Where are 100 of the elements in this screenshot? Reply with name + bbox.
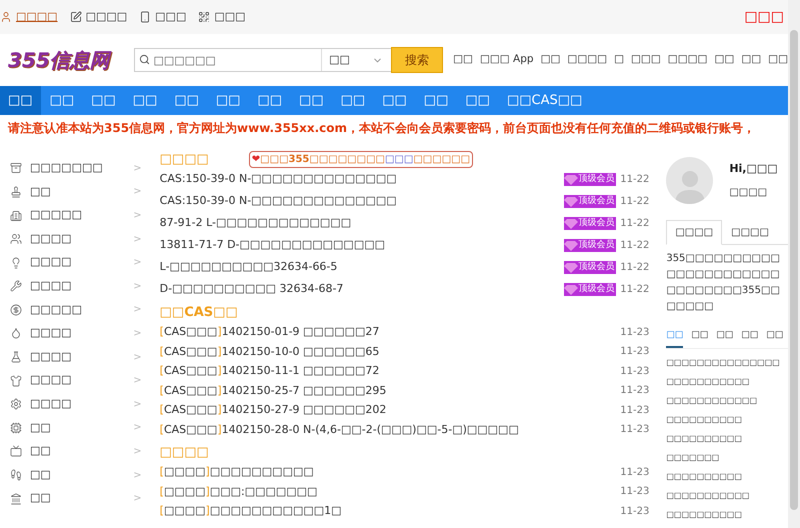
list-item-link[interactable]: D-□□□□□□□□□□ 32634-68-7 [160, 281, 344, 298]
panel-list-item[interactable]: □□□□□□□□□□□□□□□ [666, 357, 788, 376]
category-item[interactable]: □□□□ > [10, 345, 142, 369]
list-item-link[interactable]: 87-91-2 L-□□□□□□□□□□□□□ [160, 215, 352, 232]
member-badge: 顶级会员 [564, 172, 616, 186]
top-right-link[interactable]: □□□ [744, 6, 784, 28]
category-label: □□ [30, 184, 51, 200]
header-link[interactable]: □ [614, 52, 624, 68]
phone-icon [139, 11, 152, 24]
list-item-link[interactable]: [CAS□□□]1402150-11-1 □□□□□□72 [160, 363, 380, 380]
announcement-banner[interactable]: ❤□□□355□□□□□□□□□□□□□□□□□ [248, 151, 474, 168]
nav-tab[interactable]: □□ [42, 86, 82, 116]
top-link[interactable]: □□□□ [70, 8, 128, 26]
header-link[interactable]: □□ [768, 52, 788, 68]
category-item[interactable]: □□□□ > [10, 250, 142, 274]
site-logo[interactable]: 355信息网 [8, 45, 128, 76]
search-field[interactable]: □□□□□□ [134, 48, 322, 72]
panel-tab[interactable]: □□ [741, 328, 758, 348]
nav-tab[interactable]: □□ [416, 86, 456, 116]
category-item[interactable]: □□□□ > [10, 392, 142, 416]
chevron-text: > [133, 492, 142, 506]
nav-tab[interactable]: □□ [166, 86, 207, 116]
panel-list-item[interactable]: □□□□□□□□□□□□ [666, 395, 788, 414]
nav-tab[interactable]: □□CAS□□ [498, 86, 590, 116]
diamond-icon [564, 196, 578, 207]
nav-tab[interactable]: □□ [291, 86, 332, 116]
panel-list-item[interactable]: □□□□□□□□□□ [666, 414, 788, 434]
list-item-link[interactable]: [CAS□□□]1402150-10-0 □□□□□□65 [160, 344, 380, 360]
nav-tab[interactable]: □□ [0, 86, 41, 116]
top-link[interactable]: □□□ [139, 8, 186, 26]
panel-list-item[interactable]: □□□□□□□□□□□ [666, 490, 788, 510]
list-item-link[interactable]: [CAS□□□]1402150-27-9 □□□□□□202 [160, 402, 386, 419]
top-link[interactable]: □□□ [198, 8, 246, 26]
header-link[interactable]: □□ [741, 52, 762, 68]
top-link[interactable]: □□□□ [0, 8, 58, 26]
qr-code-icon [198, 11, 210, 24]
nav-tab[interactable]: □□ [83, 86, 124, 116]
category-item[interactable]: □□□□ > [10, 368, 142, 392]
header-link[interactable]: □□ [453, 52, 473, 68]
header-link[interactable]: □□□ App [480, 52, 534, 68]
search-button[interactable]: 搜索 [391, 47, 444, 74]
category-item[interactable]: □□ > [10, 440, 142, 464]
category-label: □□□□□ [30, 302, 82, 318]
header-link[interactable]: □□ [540, 52, 560, 68]
building-icon [10, 210, 22, 222]
panel-tab[interactable]: □□ [691, 328, 708, 348]
member-badge: 顶级会员 [564, 260, 616, 274]
coin-icon [10, 304, 22, 316]
panel-tab[interactable]: □□□□ [666, 220, 722, 245]
panel-list-item[interactable]: □□□□□□□□□□ [666, 509, 788, 528]
list-item-link[interactable]: 13811-71-7 D-□□□□□□□□□□□□□□ [160, 237, 386, 254]
shirt-icon [10, 374, 22, 387]
panel-list-item[interactable]: □□□□□□□□□□□ [666, 376, 788, 396]
header-link[interactable]: □□ [714, 52, 734, 68]
panel-tab[interactable]: □□ [666, 328, 684, 348]
category-label: □□□□ [30, 348, 72, 365]
category-item[interactable]: □□□□□□□ > [10, 156, 142, 180]
nav-tab[interactable]: □□ [249, 86, 290, 116]
category-item[interactable]: □□□□□ > [10, 298, 142, 322]
category-item[interactable]: □□□□□ > [10, 204, 142, 228]
panel-list-item[interactable]: □□□□□□□□□□ [666, 471, 788, 490]
intro-text: 355□□□□□□□□□□□□□□□□□□□□□□□□□□□□□□355□□□□□□□ [666, 252, 781, 314]
list-item-link[interactable]: [CAS□□□]1402150-25-7 □□□□□□295 [160, 382, 386, 400]
date-text: 11-22 [620, 283, 650, 298]
nav-tab[interactable]: □□ [332, 86, 374, 116]
list-item-link[interactable]: L-□□□□□□□□□□32634-66-5 [160, 259, 338, 276]
list-item-link[interactable]: CAS:150-39-0 N-□□□□□□□□□□□□□□ [160, 193, 397, 210]
diamond-icon [564, 284, 578, 295]
scrollbar-thumb[interactable] [790, 30, 798, 510]
category-label: □□ [30, 490, 51, 506]
nav-tab[interactable]: □□ [124, 86, 166, 116]
panel-tab[interactable]: □□ [716, 328, 734, 348]
panel-tab[interactable]: □□ [766, 328, 784, 348]
nav-tab[interactable]: □□ [457, 86, 498, 116]
list-item-link[interactable]: [□□□□]□□□□□□□□□□ [160, 464, 314, 481]
list-item-link[interactable]: [□□□□]□□□□□□□□□□□1□ [160, 503, 342, 520]
nav-tab[interactable]: □□ [374, 86, 415, 116]
category-item[interactable]: □□□□ > [10, 322, 142, 346]
category-label: □□□□ [30, 230, 72, 247]
date-text: 11-23 [620, 364, 650, 379]
list-item-link[interactable]: CAS:150-39-0 N-□□□□□□□□□□□□□□ [160, 171, 397, 188]
list-item-link[interactable]: [□□□□]□□□:□□□□□□□ [160, 484, 318, 500]
member-badge: 顶级会员 [564, 194, 616, 208]
category-item[interactable]: □□ > [10, 486, 142, 510]
nav-tab[interactable]: □□ [208, 86, 248, 116]
header-link[interactable]: □□□□ [668, 52, 708, 68]
header-link[interactable]: □□□ [631, 52, 661, 68]
scrollbar[interactable] [788, 0, 800, 528]
panel-list-item[interactable]: □□□□□□□□□□ [666, 433, 788, 452]
category-item[interactable]: □□ > [10, 463, 142, 487]
category-item[interactable]: □□ > [10, 180, 142, 204]
list-item-link[interactable]: [CAS□□□]1402150-28-0 N-(4,6-□□-2-(□□□)□□-5-□)□□□□□ [160, 422, 519, 438]
panel-list-item[interactable]: □□□□□□□ [666, 452, 788, 472]
category-item[interactable]: □□□□ > [10, 227, 142, 251]
list-item-link[interactable]: [CAS□□□]1402150-01-9 □□□□□□27 [160, 324, 380, 341]
panel-tab[interactable]: □□□□ [722, 220, 778, 245]
category-item[interactable]: □□ > [10, 416, 142, 440]
chevron-text: > [133, 280, 142, 294]
category-item[interactable]: □□□□ > [10, 274, 142, 298]
header-link[interactable]: □□□□ [567, 52, 608, 68]
